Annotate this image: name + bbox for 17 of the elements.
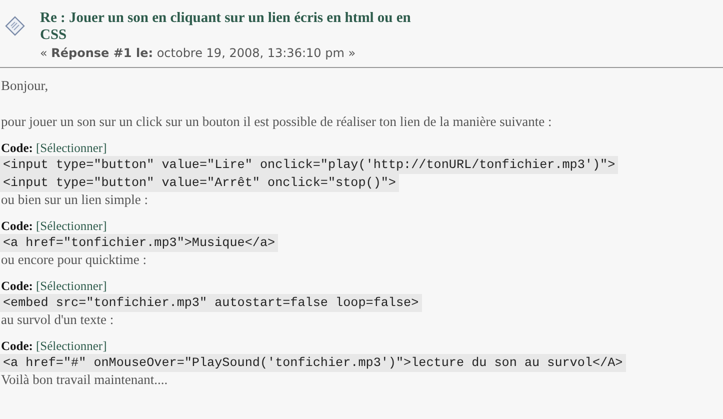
code-label: Code: <box>1 218 33 234</box>
post-text: Bonjour, <box>1 78 50 94</box>
post-icon <box>4 15 26 37</box>
select-link[interactable]: [Sélectionner] <box>36 338 107 354</box>
post-text: ou encore pour quicktime : <box>1 252 148 268</box>
post-title[interactable]: Re : Jouer un son en cliquant sur un lien écris en html ou en CSS <box>40 10 420 44</box>
post-text: ou bien sur un lien simple : <box>1 192 149 208</box>
code-label: Code: <box>1 278 33 294</box>
code-label: Code: <box>1 140 33 156</box>
select-link[interactable]: [Sélectionner] <box>36 218 107 234</box>
post-text: pour jouer un son sur un click sur un bouton il est possible de réaliser ton lien de la manière suivante : <box>1 114 553 130</box>
code-label: Code: <box>1 338 33 354</box>
select-link[interactable]: [Sélectionner] <box>36 140 107 156</box>
post-text: au survol d'un texte : <box>1 312 115 328</box>
select-link[interactable]: [Sélectionner] <box>36 278 107 294</box>
post-text: Voilà bon travail maintenant.... <box>1 372 169 388</box>
post-meta: « Réponse #1 le: octobre 19, 2008, 13:36:10 pm » <box>40 45 357 62</box>
